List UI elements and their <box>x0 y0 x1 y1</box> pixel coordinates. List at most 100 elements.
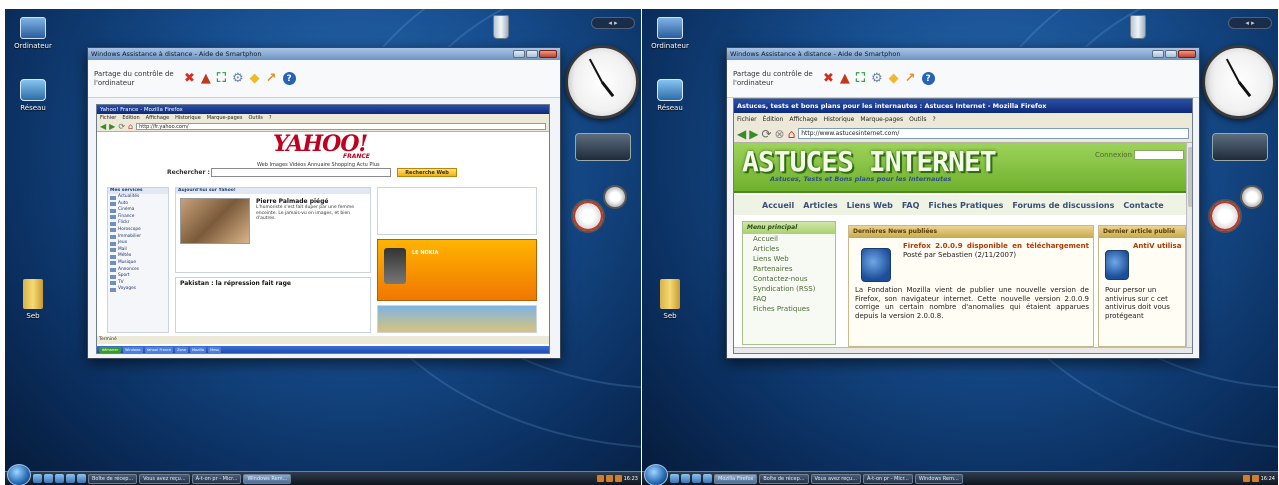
nav-contact[interactable]: Contacte <box>1123 201 1163 210</box>
menu-link[interactable]: Fiches Pratiques <box>743 304 835 314</box>
stop-icon[interactable]: ⊗ <box>775 128 785 140</box>
maximize-button[interactable] <box>526 50 538 58</box>
sidebar-item[interactable]: Horoscope <box>108 227 168 234</box>
fit-screen-icon[interactable]: ⛶ <box>856 71 865 86</box>
back-icon[interactable]: ◀ <box>100 122 106 131</box>
sidebar-item[interactable]: Auto <box>108 201 168 208</box>
sidebar-item[interactable]: Finance <box>108 214 168 221</box>
menu-link[interactable]: Liens Web <box>743 254 835 264</box>
search-input[interactable] <box>211 168 391 177</box>
quick-launch-icon[interactable] <box>33 474 42 483</box>
promo-panel[interactable] <box>377 305 537 333</box>
sidebar-gadget-bar[interactable]: ◂ ▸ <box>591 17 635 29</box>
nav-faq[interactable]: FAQ <box>902 201 920 210</box>
sidebar-item[interactable]: Annonces <box>108 267 168 274</box>
forward-icon[interactable]: ▶ <box>109 122 115 131</box>
tray-icon[interactable] <box>614 475 622 482</box>
stop-sharing-icon[interactable]: ▲ <box>840 71 850 86</box>
remote-taskbar-item[interactable]: Zone <box>175 347 189 353</box>
sidebar-item[interactable]: Voyages <box>108 286 168 293</box>
menu-file[interactable]: Fichier <box>737 116 757 123</box>
nav-links[interactable]: Liens Web <box>847 201 893 210</box>
recycle-bin-icon[interactable] <box>493 15 509 39</box>
menu-link[interactable]: Accueil <box>743 234 835 244</box>
taskbar-button[interactable]: Boîte de récep... <box>759 473 809 484</box>
fit-screen-icon[interactable]: ⛶ <box>217 71 226 86</box>
start-orb[interactable] <box>644 463 668 485</box>
tray-icon[interactable] <box>596 475 604 482</box>
menu-edit[interactable]: Edition <box>122 115 139 121</box>
chat-icon[interactable]: ◆ <box>889 71 899 86</box>
menu-bookmarks[interactable]: Marque-pages <box>860 116 903 123</box>
menu-edit[interactable]: Édition <box>763 116 784 123</box>
close-button[interactable] <box>539 50 557 58</box>
menu-bookmarks[interactable]: Marque-pages <box>207 115 243 121</box>
stop-sharing-icon[interactable]: ▲ <box>201 71 211 86</box>
minimize-button[interactable] <box>1152 50 1164 58</box>
menu-tools[interactable]: Outils <box>909 116 926 123</box>
menu-link[interactable]: FAQ <box>743 294 835 304</box>
ad-banner[interactable]: LE NOKIA <box>377 239 537 301</box>
recycle-bin-icon[interactable] <box>1130 15 1146 39</box>
remote-taskbar-item[interactable]: Windows <box>123 347 143 353</box>
close-button[interactable] <box>1178 50 1196 58</box>
menu-help[interactable]: ? <box>932 116 935 123</box>
quick-launch-icon[interactable] <box>66 474 75 483</box>
remote-taskbar-item[interactable]: Mess <box>208 347 221 353</box>
reload-icon[interactable]: ⟳ <box>118 122 125 131</box>
taskbar-button[interactable]: Mozilla Firefox <box>714 473 758 484</box>
feature-photo[interactable] <box>180 198 250 244</box>
remote-taskbar-item[interactable]: Yahoo! France <box>144 347 174 353</box>
menu-link[interactable]: Articles <box>743 244 835 254</box>
sidebar-item[interactable]: Mail <box>108 247 168 254</box>
url-bar[interactable]: http://www.astucesinternet.com/ <box>798 128 1189 139</box>
taskbar-button[interactable]: Boîte de récep... <box>88 473 138 484</box>
remote-screen[interactable]: Yahoo! France - Mozilla Firefox Fichier … <box>96 104 550 354</box>
horizontal-scrollbar[interactable] <box>734 347 1192 353</box>
news-title[interactable]: Pakistan : la répression fait rage <box>180 280 368 287</box>
desktop-icon-computer[interactable]: Ordinateur <box>9 17 57 50</box>
taskbar-button[interactable]: Vous avez reçu... <box>810 473 861 484</box>
scrollbar-thumb[interactable] <box>1188 147 1192 207</box>
sidebar-item[interactable]: Actualités <box>108 194 168 201</box>
minimize-button[interactable] <box>513 50 525 58</box>
menu-history[interactable]: Historique <box>824 116 855 123</box>
nav-guides[interactable]: Fiches Pratiques <box>928 201 1003 210</box>
chat-icon[interactable]: ◆ <box>250 71 260 86</box>
search-button[interactable]: Recherche Web <box>397 168 457 177</box>
news-headline[interactable]: Firefox 2.0.0.9 disponible en télécharge… <box>903 242 1089 250</box>
desktop-icon-folder[interactable]: Seb <box>646 279 694 320</box>
quick-launch-icon[interactable] <box>703 474 712 483</box>
remote-start-button[interactable]: démarrer <box>99 347 121 353</box>
tray-icon[interactable] <box>605 475 613 482</box>
menu-link[interactable]: Partenaires <box>743 264 835 274</box>
sidebar-gadget-bar[interactable]: ◂ ▸ <box>1228 17 1272 29</box>
window-titlebar[interactable]: Windows Assistance à distance - Aide de … <box>88 48 560 60</box>
remote-taskbar-item[interactable]: Mozilla <box>190 347 207 353</box>
forward-icon[interactable]: ▶ <box>749 128 758 140</box>
send-file-icon[interactable]: ↗ <box>266 71 277 86</box>
article-headline[interactable]: AntiV utilisa <box>1133 242 1181 250</box>
sidebar-item[interactable]: Jeux <box>108 240 168 247</box>
url-bar[interactable]: http://fr.yahoo.com/ <box>136 123 546 130</box>
desktop-icon-folder[interactable]: Seb <box>9 279 57 320</box>
desktop-icon-network[interactable]: Réseau <box>9 79 57 112</box>
help-icon[interactable]: ? <box>921 72 935 85</box>
help-icon[interactable]: ? <box>282 72 296 85</box>
tray-clock[interactable]: 16:24 <box>1261 476 1275 482</box>
sidebar-item[interactable]: Immobilier <box>108 234 168 241</box>
login-input[interactable] <box>1134 150 1184 160</box>
menu-tools[interactable]: Outils <box>248 115 262 121</box>
quick-launch-icon[interactable] <box>44 474 53 483</box>
disconnect-icon[interactable]: ✖ <box>184 71 195 86</box>
remote-assistance-window[interactable]: Windows Assistance à distance - Aide de … <box>726 47 1200 359</box>
quick-launch-icon[interactable] <box>681 474 690 483</box>
nav-articles[interactable]: Articles <box>803 201 837 210</box>
sidebar-item[interactable]: Flickr <box>108 220 168 227</box>
quick-launch-icon[interactable] <box>55 474 64 483</box>
menu-link[interactable]: Contactez-nous <box>743 274 835 284</box>
sidebar-item[interactable]: TV <box>108 280 168 287</box>
sidebar-item[interactable]: Météo <box>108 253 168 260</box>
tray-icon[interactable] <box>1251 475 1259 482</box>
feature-title[interactable]: Pierre Palmade piégé <box>256 198 368 205</box>
